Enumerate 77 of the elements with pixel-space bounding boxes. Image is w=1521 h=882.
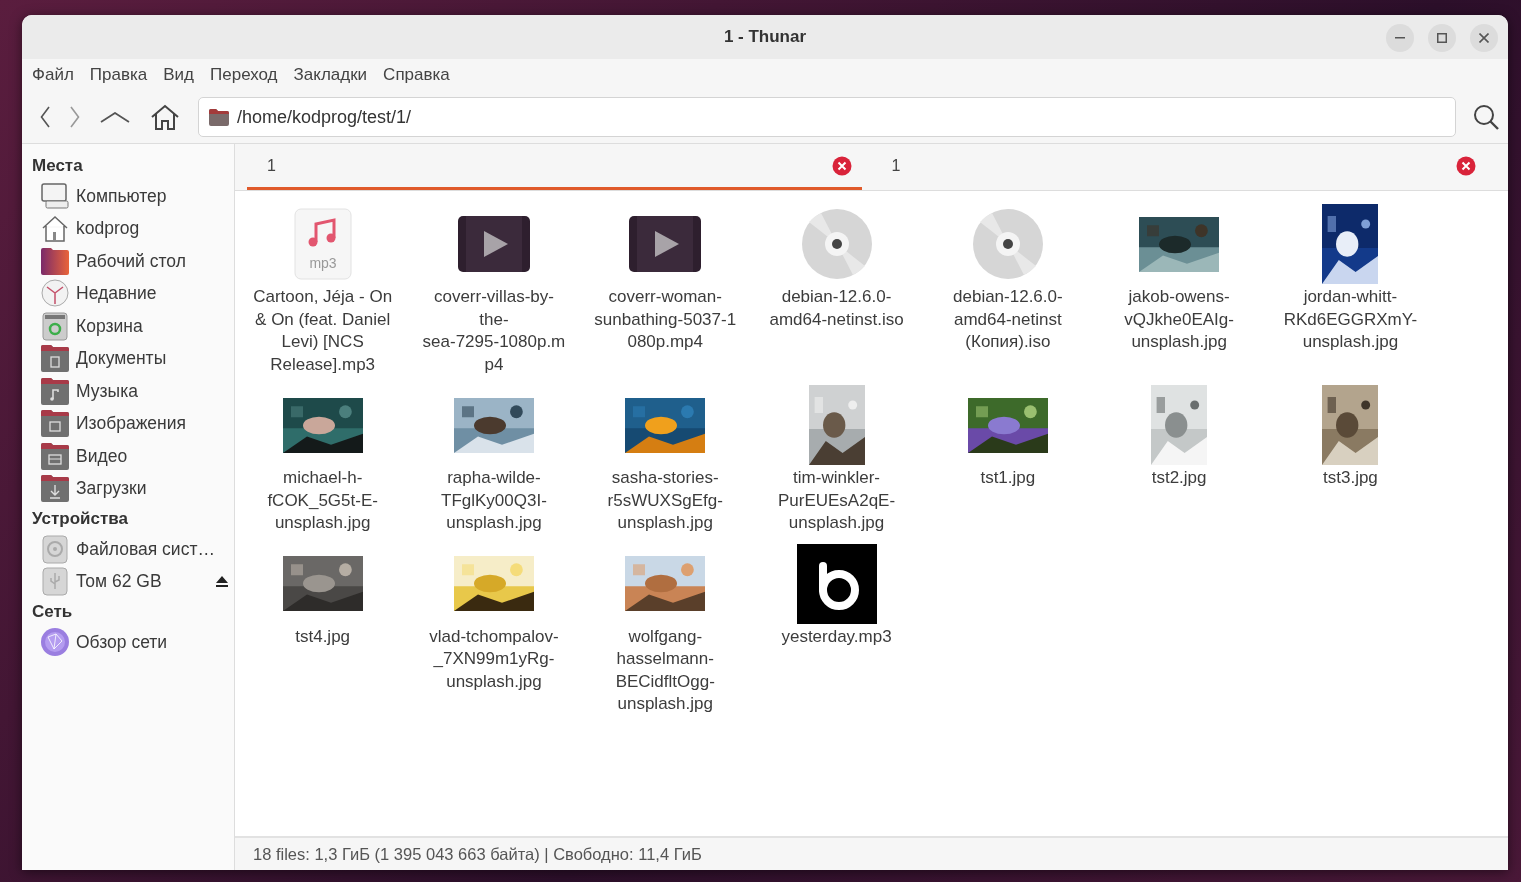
drive-icon [40,533,70,565]
sidebar-item[interactable]: Изображения [22,407,234,440]
file-name[interactable]: sasha-stories- r5sWUXSgEfg- unsplash.jpg [607,467,723,535]
section-heading: Места [31,155,84,177]
computer-icon [40,180,70,212]
clock-icon [40,278,70,310]
audio-file-icon: mp3 [293,208,352,280]
chevron-left-icon [40,106,50,128]
file-name[interactable]: yesterday.mp3 [781,625,892,648]
desktop-icon [40,245,70,277]
file-name[interactable]: coverr-woman- sunbathing-5037-1 080p.mp4 [594,286,737,354]
search-icon [1472,103,1500,131]
menu-item[interactable]: Закладки [287,65,374,85]
video-file-icon [629,216,702,272]
sidebar-item[interactable]: Рабочий стол [22,245,234,278]
sidebar-item[interactable]: Том 62 GB [22,565,234,598]
sidebar-item[interactable]: Корзина [22,310,234,343]
music-folder-icon [40,375,70,407]
eject-icon[interactable] [216,576,228,588]
tab[interactable]: 1 [247,144,862,190]
documents-folder-icon [40,343,70,375]
file-name[interactable]: tim-winkler- PurEUEsA2qE- unsplash.jpg [777,467,896,535]
home-icon [150,103,180,131]
maximize-icon [1437,33,1447,43]
videos-folder-icon [40,440,70,472]
sidebar-item[interactable]: Обзор сети [22,626,234,659]
sidebar-item[interactable]: Недавние [22,277,234,310]
cover-art-icon [796,543,877,624]
sidebar-item[interactable]: Видео [22,440,234,473]
tab[interactable]: 1 [871,144,1486,190]
trash-icon [40,310,70,342]
maximize-button[interactable] [1428,24,1456,52]
pictures-folder-icon [40,408,70,440]
file-name[interactable]: jordan-whitt- RKd6EGGRXmY- unsplash.jpg [1283,286,1418,354]
chevron-right-icon [70,106,80,128]
sidebar-item[interactable]: Документы [22,342,234,375]
sidebar-item[interactable]: Компьютер [22,180,234,213]
section-heading: Сеть [31,601,74,623]
file-name[interactable]: wolfgang- hasselmann- BECidfltOgg- unsplash.jpg [615,625,715,716]
menu-item[interactable]: Правка [83,65,154,85]
file-name[interactable]: debian-12.6.0- amd64-netinst (Копия).iso [953,286,1063,354]
location-field[interactable]: /home/kodprog/test/1/ [198,97,1456,137]
menu-item[interactable]: Вид [157,65,200,85]
file-name[interactable]: debian-12.6.0- amd64-netinst.iso [769,286,904,331]
file-name[interactable]: vlad-tchompalov- _7XN99m1yRg- unsplash.jpg [429,625,559,693]
status-text: 18 files: 1,3 ГиБ (1 395 043 663 байта) | Свободно: 11,4 ГиБ [253,844,702,864]
section-heading: Устройства [31,508,129,530]
close-tab-icon[interactable] [831,155,852,176]
menu-item[interactable]: Файл [26,65,80,85]
file-name[interactable]: coverr-villas-by- the- sea-7295-1080p.m p4 [422,286,566,376]
sidebar-item[interactable]: kodprog [22,212,234,245]
file-name[interactable]: Cartoon, Jéja - On & On (feat. Daniel Levi) [NCS Release].mp3 [253,286,393,376]
menu-item[interactable]: Справка [377,65,456,85]
usb-drive-icon [40,566,70,598]
video-file-icon [457,216,530,272]
file-name[interactable]: tst2.jpg [1151,467,1207,490]
disc-icon [800,208,873,280]
disc-icon [971,208,1044,280]
file-name[interactable]: tst4.jpg [295,625,351,648]
file-name[interactable]: tst1.jpg [980,467,1036,490]
file-name[interactable]: michael-h- fCOK_5G5t-E- unsplash.jpg [267,467,378,535]
window-title: 1 - Thunar [723,27,807,47]
close-icon [1479,33,1489,43]
sidebar-item[interactable]: Файловая сист… [22,533,234,566]
network-icon [40,626,70,658]
file-name[interactable]: rapha-wilde- TFglKy00Q3I- unsplash.jpg [441,467,547,535]
file-name[interactable]: tst3.jpg [1323,467,1378,490]
sidebar-item[interactable]: Загрузки [22,472,234,505]
menu-item[interactable]: Переход [204,65,284,85]
home-icon [40,213,70,245]
sidebar-item[interactable]: Музыка [22,375,234,408]
chevron-up-icon [100,111,130,123]
close-button[interactable] [1470,24,1498,52]
folder-icon [209,108,229,126]
downloads-folder-icon [40,473,70,505]
file-name[interactable]: jakob-owens- vQJkhe0EAIg- unsplash.jpg [1124,286,1234,354]
close-tab-icon[interactable] [1456,155,1476,176]
